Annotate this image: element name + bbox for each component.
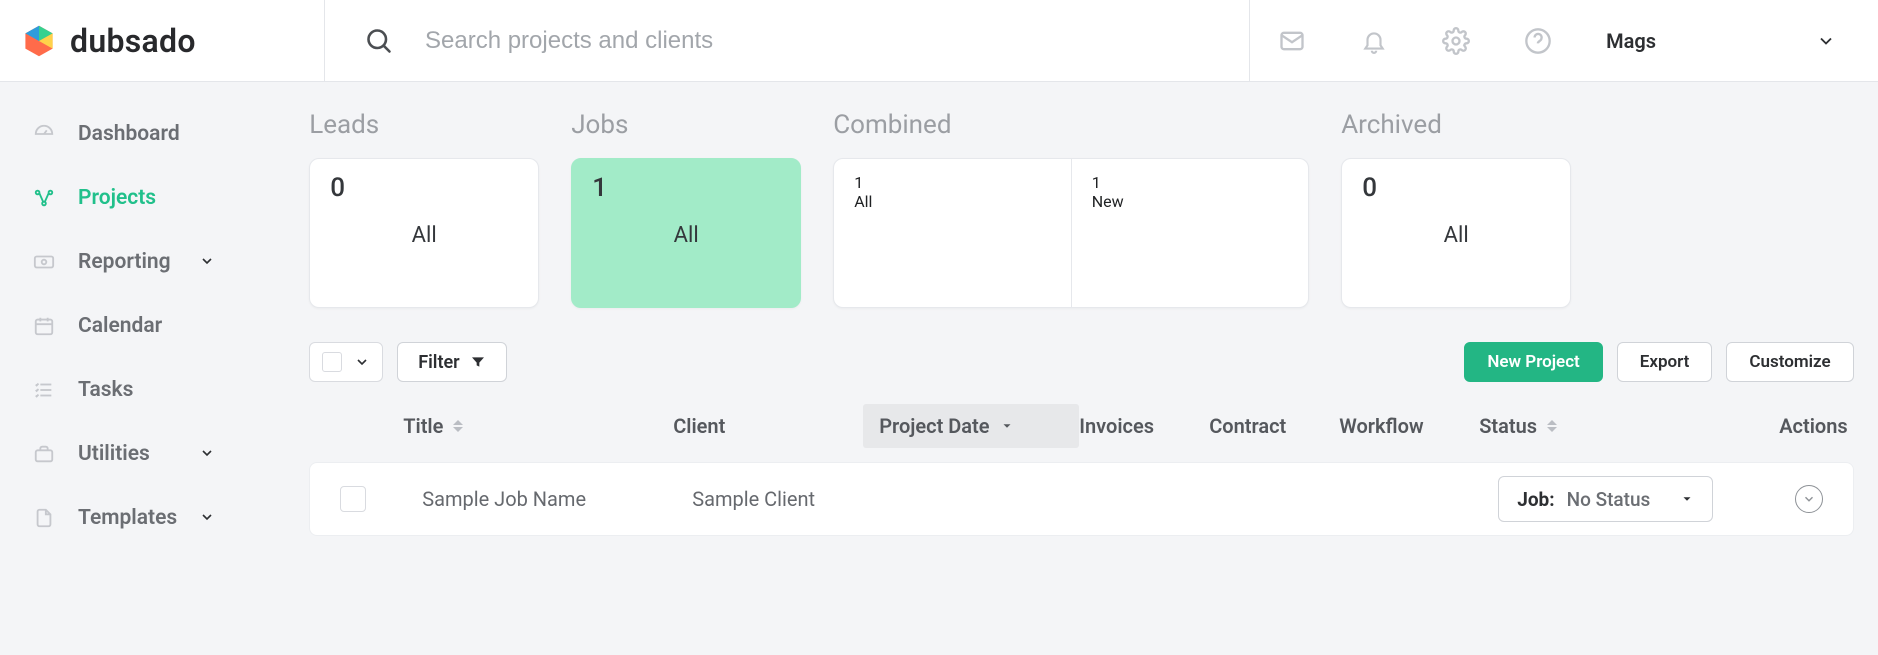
user-menu[interactable]: Mags bbox=[1606, 29, 1836, 53]
export-button[interactable]: Export bbox=[1617, 342, 1713, 382]
card-label: All bbox=[330, 223, 518, 248]
sidebar-item-calendar[interactable]: Calendar bbox=[18, 302, 231, 350]
nodes-icon bbox=[32, 186, 56, 210]
card-archived[interactable]: 0 All bbox=[1341, 158, 1571, 308]
sidebar-item-label: Projects bbox=[78, 186, 156, 210]
column-project-date[interactable]: Project Date bbox=[863, 404, 1079, 448]
column-client[interactable]: Client bbox=[673, 414, 863, 438]
card-label: All bbox=[592, 223, 780, 248]
status-value: No Status bbox=[1567, 488, 1651, 511]
main-content: Leads 0 All Jobs 1 All Combined 1 bbox=[249, 82, 1878, 655]
bell-icon[interactable] bbox=[1360, 27, 1388, 55]
column-contract[interactable]: Contract bbox=[1209, 414, 1339, 438]
sidebar-item-label: Utilities bbox=[78, 442, 150, 466]
list-icon bbox=[32, 378, 56, 402]
card-jobs[interactable]: 1 All bbox=[571, 158, 801, 308]
checkbox-icon bbox=[322, 352, 342, 372]
sort-icon bbox=[1547, 420, 1557, 432]
gauge-icon bbox=[32, 122, 56, 146]
user-name: Mags bbox=[1606, 29, 1656, 53]
card-label: New bbox=[1092, 192, 1289, 211]
chevron-down-icon bbox=[354, 354, 370, 370]
cell-client: Sample Client bbox=[692, 487, 882, 511]
sidebar-item-dashboard[interactable]: Dashboard bbox=[18, 110, 231, 158]
card-combined-all[interactable]: 1 All bbox=[834, 159, 1071, 307]
card-group-label-jobs: Jobs bbox=[571, 110, 801, 140]
sidebar: Dashboard Projects Reporting Calendar bbox=[0, 82, 249, 655]
funnel-icon bbox=[470, 354, 486, 370]
button-label: New Project bbox=[1487, 352, 1579, 372]
button-label: Customize bbox=[1749, 352, 1830, 372]
table-row[interactable]: Sample Job Name Sample Client Job: No St… bbox=[309, 462, 1853, 536]
card-group-label-leads: Leads bbox=[309, 110, 539, 140]
sidebar-item-label: Templates bbox=[78, 506, 177, 530]
sidebar-item-utilities[interactable]: Utilities bbox=[18, 430, 231, 478]
filter-button-label: Filter bbox=[418, 352, 459, 373]
gear-icon[interactable] bbox=[1442, 27, 1470, 55]
caret-down-icon bbox=[1680, 492, 1694, 506]
sidebar-item-label: Dashboard bbox=[78, 122, 180, 146]
column-title[interactable]: Title bbox=[403, 414, 673, 438]
document-icon bbox=[32, 506, 56, 530]
calendar-icon bbox=[32, 314, 56, 338]
customize-button[interactable]: Customize bbox=[1726, 342, 1853, 382]
toolbox-icon bbox=[32, 442, 56, 466]
column-actions: Actions bbox=[1779, 414, 1847, 438]
sidebar-item-projects[interactable]: Projects bbox=[18, 174, 231, 222]
chevron-down-icon bbox=[1802, 492, 1816, 506]
select-all-dropdown[interactable] bbox=[309, 342, 383, 382]
chevron-down-icon bbox=[199, 509, 217, 527]
cell-title: Sample Job Name bbox=[422, 487, 692, 511]
status-cards-row: Leads 0 All Jobs 1 All Combined 1 bbox=[309, 110, 1853, 308]
card-count: 0 bbox=[1362, 173, 1550, 203]
card-count: 1 bbox=[1092, 173, 1289, 192]
sidebar-item-templates[interactable]: Templates bbox=[18, 494, 231, 542]
mail-icon[interactable] bbox=[1278, 27, 1306, 55]
status-select[interactable]: Job: No Status bbox=[1498, 476, 1713, 522]
brand-name: dubsado bbox=[70, 22, 196, 60]
row-actions-button[interactable] bbox=[1795, 485, 1823, 513]
chevron-down-icon bbox=[199, 445, 217, 463]
sidebar-item-label: Calendar bbox=[78, 314, 162, 338]
row-checkbox[interactable] bbox=[340, 486, 366, 512]
card-combined-new[interactable]: 1 New bbox=[1071, 159, 1309, 307]
column-status[interactable]: Status bbox=[1479, 414, 1779, 438]
header-actions: Mags bbox=[1249, 0, 1878, 81]
status-type: Job: bbox=[1517, 488, 1554, 511]
filter-button[interactable]: Filter bbox=[397, 342, 506, 382]
sort-icon bbox=[453, 420, 463, 432]
new-project-button[interactable]: New Project bbox=[1464, 342, 1602, 382]
card-leads[interactable]: 0 All bbox=[309, 158, 539, 308]
card-label: All bbox=[854, 192, 1051, 211]
card-count: 0 bbox=[330, 173, 518, 203]
card-group-label-archived: Archived bbox=[1341, 110, 1571, 140]
table-header: Title Client Project Date Invoices Contr… bbox=[309, 404, 1853, 448]
card-label: All bbox=[1362, 223, 1550, 248]
sidebar-item-label: Tasks bbox=[78, 378, 133, 402]
brand[interactable]: dubsado bbox=[0, 0, 325, 81]
column-workflow[interactable]: Workflow bbox=[1339, 414, 1479, 438]
sidebar-item-reporting[interactable]: Reporting bbox=[18, 238, 231, 286]
button-label: Export bbox=[1640, 352, 1690, 372]
chevron-down-icon bbox=[199, 253, 217, 271]
money-icon bbox=[32, 250, 56, 274]
top-bar: dubsado Mags bbox=[0, 0, 1878, 82]
caret-down-icon bbox=[1000, 419, 1014, 433]
chevron-down-icon bbox=[1816, 31, 1836, 51]
card-count: 1 bbox=[592, 173, 780, 203]
help-icon[interactable] bbox=[1524, 27, 1552, 55]
sidebar-item-label: Reporting bbox=[78, 250, 171, 274]
card-combined: 1 All 1 New bbox=[833, 158, 1309, 308]
column-invoices[interactable]: Invoices bbox=[1079, 414, 1209, 438]
table-toolbar: Filter New Project Export Customize bbox=[309, 342, 1853, 382]
brand-logo-icon bbox=[22, 24, 56, 58]
card-group-label-combined: Combined bbox=[833, 110, 1309, 140]
global-search[interactable] bbox=[325, 0, 1249, 81]
search-input[interactable] bbox=[423, 26, 1209, 56]
search-icon bbox=[365, 27, 393, 55]
sidebar-item-tasks[interactable]: Tasks bbox=[18, 366, 231, 414]
card-count: 1 bbox=[854, 173, 1051, 192]
